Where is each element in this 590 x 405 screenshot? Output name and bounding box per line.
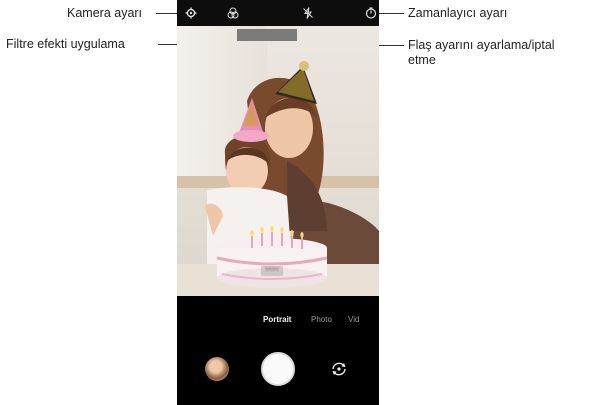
camera-preview-photo: Mom xyxy=(177,26,379,296)
family-illustration xyxy=(177,61,379,296)
mode-portrait[interactable]: Portrait xyxy=(263,315,291,324)
camera-top-bar xyxy=(177,0,379,26)
flash-off-icon[interactable] xyxy=(300,5,316,21)
switch-camera-icon[interactable] xyxy=(328,358,350,380)
shutter-button[interactable] xyxy=(261,352,295,386)
phone-screen: Mom Portrait Photo Vid xyxy=(177,0,379,405)
mode-photo[interactable]: Photo xyxy=(311,315,332,324)
callout-filter-effect: Filtre efekti uygulama xyxy=(6,37,125,51)
cake-label: Mom xyxy=(265,267,279,273)
callout-timer: Zamanlayıcı ayarı xyxy=(408,6,508,20)
callout-line-timer xyxy=(375,13,404,14)
camera-bottom-bar: Portrait Photo Vid xyxy=(177,296,379,405)
filter-icon[interactable] xyxy=(225,5,241,21)
callout-flash: Flaş ayarını ayarlama/iptal etme xyxy=(408,38,555,67)
gallery-thumbnail[interactable] xyxy=(205,357,229,381)
gear-icon[interactable] xyxy=(183,5,199,21)
mode-video[interactable]: Vid xyxy=(348,315,359,324)
timer-icon[interactable] xyxy=(363,5,379,21)
callout-camera-settings: Kamera ayarı xyxy=(67,6,143,20)
